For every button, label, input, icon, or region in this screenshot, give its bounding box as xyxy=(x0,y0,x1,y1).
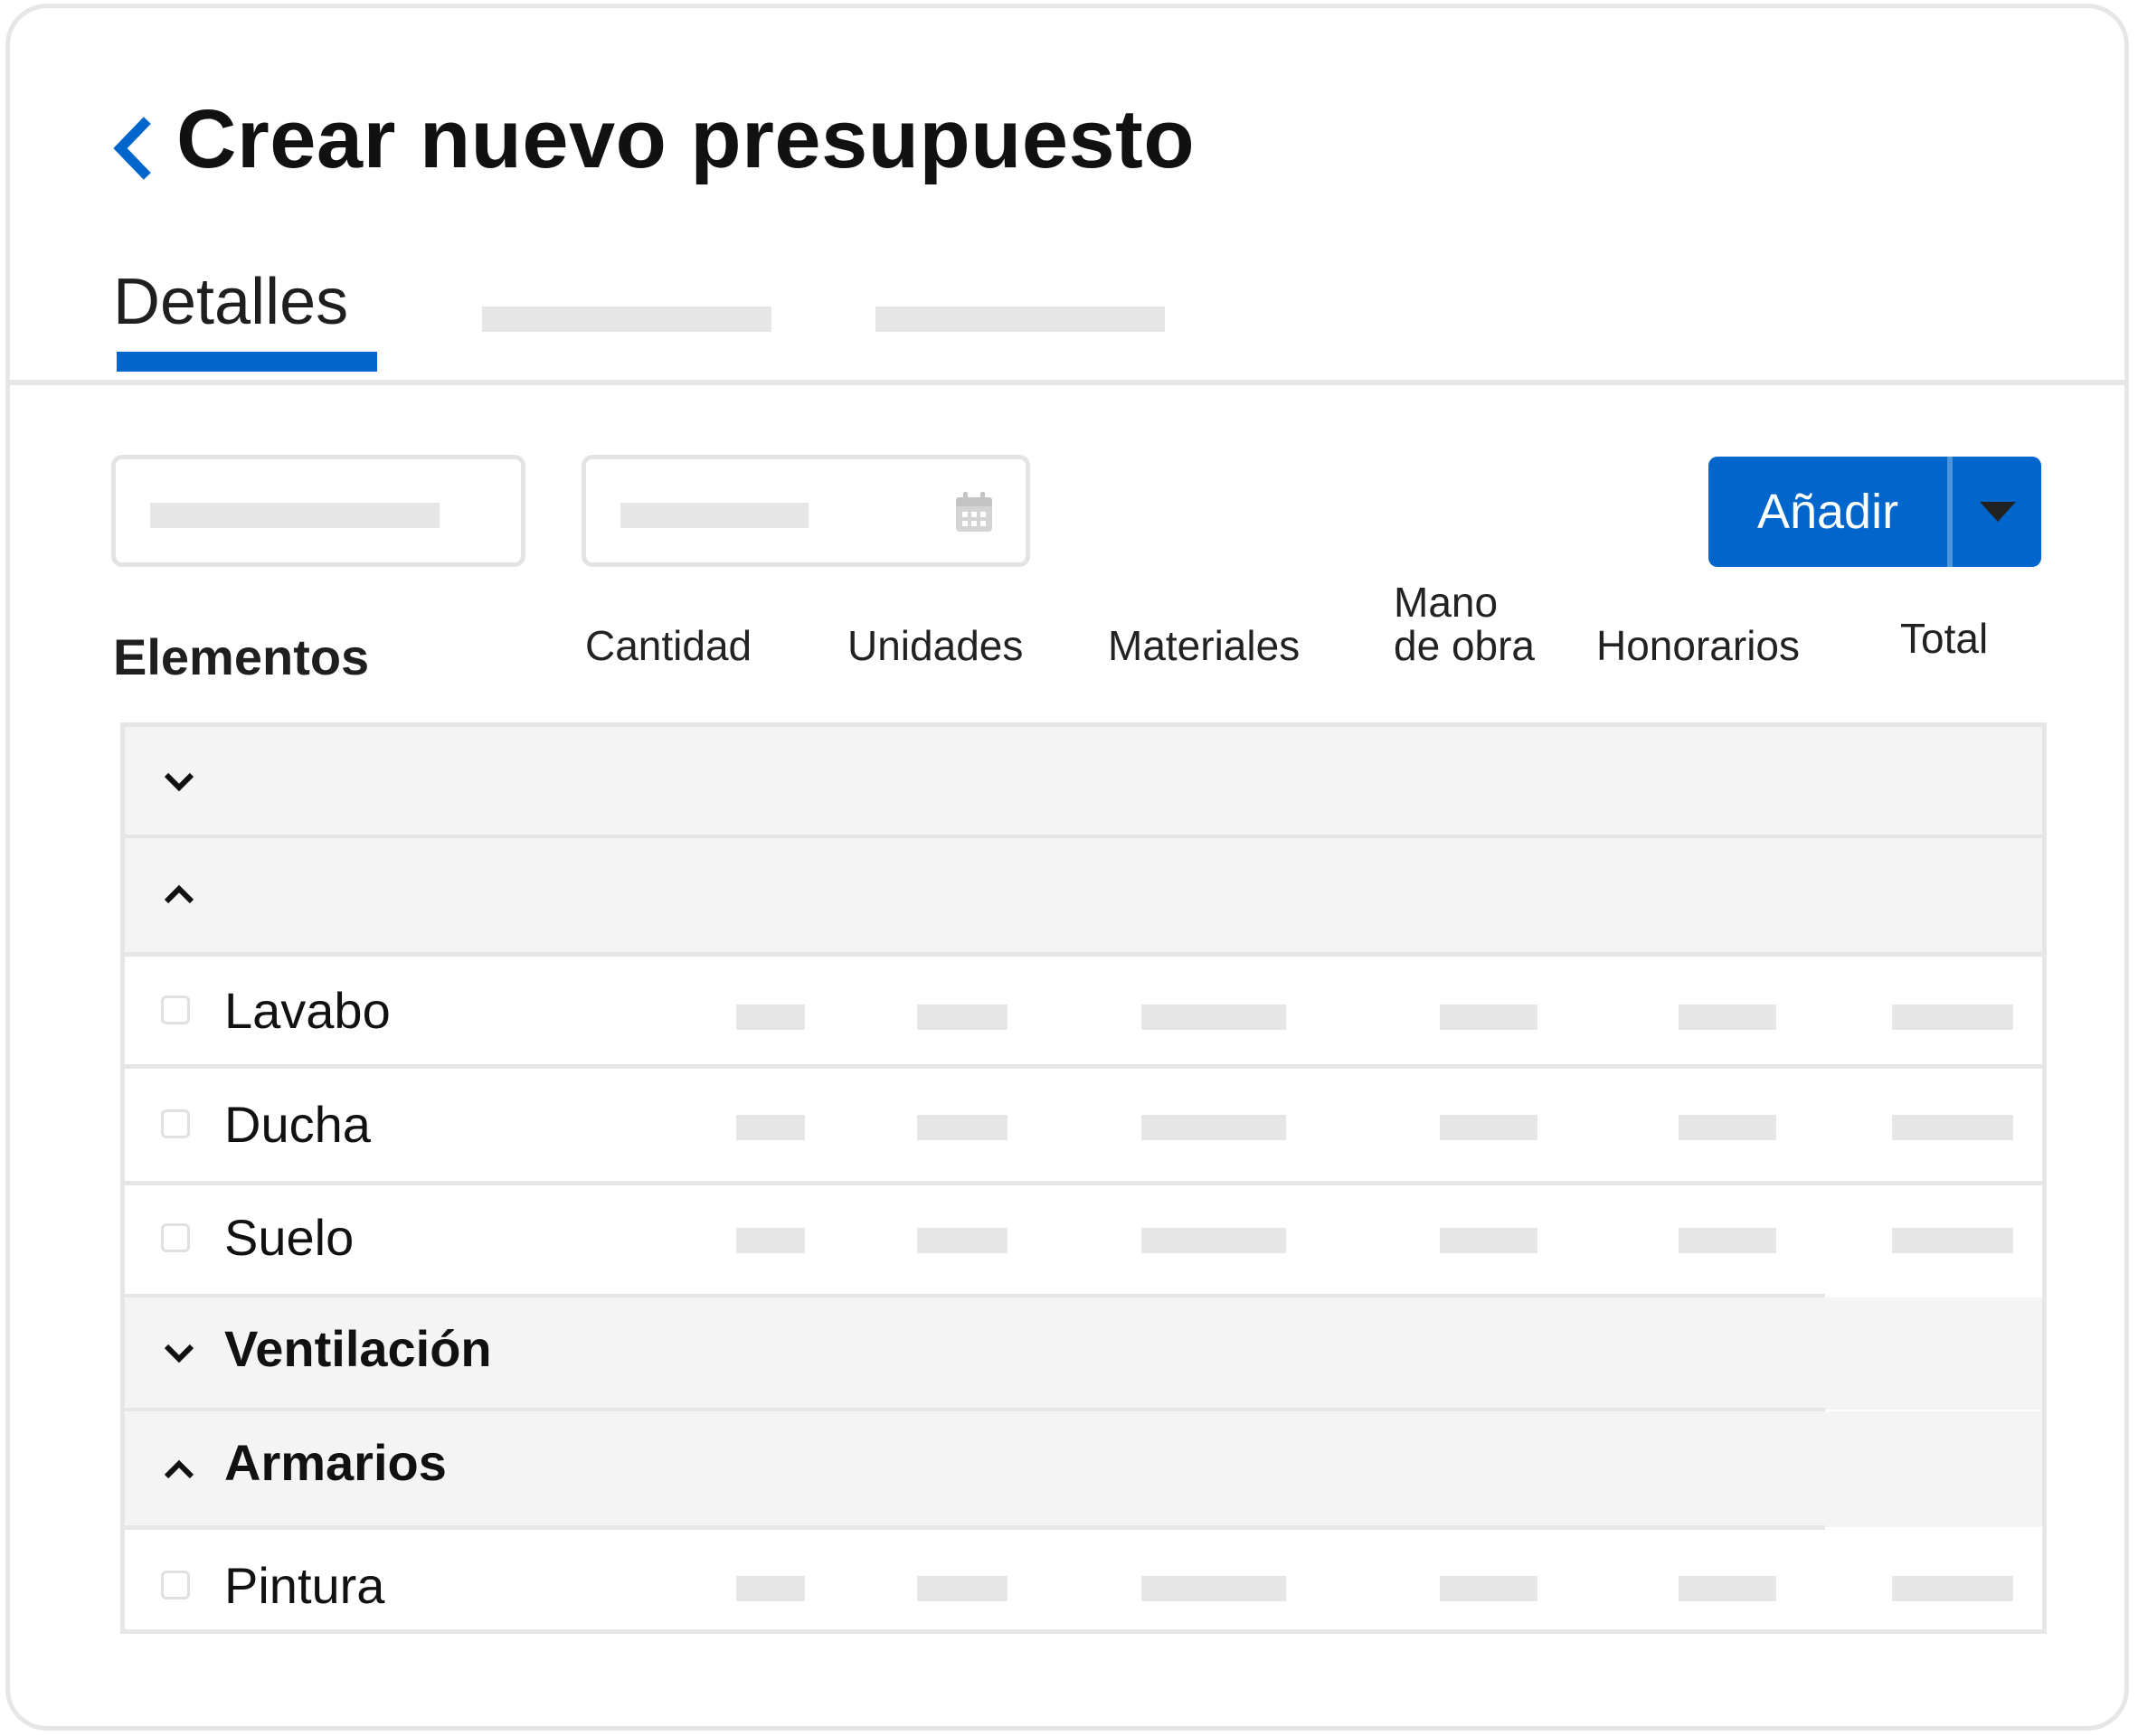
table-row[interactable]: Suelo xyxy=(125,1184,2042,1298)
row-checkbox[interactable] xyxy=(161,1223,190,1252)
chevron-down-icon[interactable] xyxy=(161,768,197,795)
honorarios-cell xyxy=(1679,1115,1776,1140)
total-cell xyxy=(1892,1228,2013,1253)
chevron-down-icon[interactable] xyxy=(161,1339,197,1366)
chevron-left-icon[interactable] xyxy=(109,117,155,180)
total-cell xyxy=(1892,1115,2013,1140)
budget-table: Lavabo Ducha Suelo Ventilación Armarios … xyxy=(120,722,2047,1634)
total-cell xyxy=(1892,1005,2013,1030)
honorarios-cell xyxy=(1679,1576,1776,1601)
tabs-divider xyxy=(10,380,2124,385)
date-field[interactable] xyxy=(582,455,1030,567)
group-label: Armarios xyxy=(224,1434,447,1491)
tab-placeholder-2[interactable] xyxy=(482,307,771,332)
cantidad-cell xyxy=(736,1005,805,1030)
unidades-cell xyxy=(917,1005,1008,1030)
chevron-up-icon[interactable] xyxy=(161,882,197,909)
caret-down-icon xyxy=(1980,502,2016,522)
total-cell xyxy=(1892,1576,2013,1601)
materiales-cell xyxy=(1141,1115,1286,1140)
table-row-group-ventilacion[interactable]: Ventilación xyxy=(125,1297,2042,1412)
mano-de-obra-cell xyxy=(1440,1228,1537,1253)
table-row-group[interactable] xyxy=(125,838,2042,957)
text-field[interactable] xyxy=(111,455,525,567)
group-label: Ventilación xyxy=(224,1320,492,1377)
budget-card: Crear nuevo presupuesto Detalles Añadir xyxy=(5,4,2129,1731)
mano-de-obra-cell xyxy=(1440,1115,1537,1140)
tab-placeholder-3[interactable] xyxy=(875,307,1165,332)
tab-label: Detalles xyxy=(113,266,349,338)
cantidad-cell xyxy=(736,1115,805,1140)
table-row[interactable]: Lavabo xyxy=(125,956,2042,1069)
cantidad-cell xyxy=(736,1576,805,1601)
chevron-up-icon[interactable] xyxy=(161,1457,197,1484)
add-button-group: Añadir xyxy=(1708,457,2041,567)
add-options-button[interactable] xyxy=(1953,457,2041,567)
row-label: Ducha xyxy=(224,1096,371,1153)
mano-de-obra-cell xyxy=(1440,1005,1537,1030)
column-header-elementos: Elementos xyxy=(113,628,370,685)
materiales-cell xyxy=(1141,1576,1286,1601)
row-label: Lavabo xyxy=(224,982,391,1039)
date-field-placeholder xyxy=(620,503,809,528)
column-header-mano-de-obra-line1: Mano xyxy=(1394,579,1499,626)
honorarios-cell xyxy=(1679,1005,1776,1030)
page-title: Crear nuevo presupuesto xyxy=(176,93,1196,185)
column-header-unidades: Unidades xyxy=(847,622,1024,669)
add-button[interactable]: Añadir xyxy=(1708,457,1947,567)
column-header-materiales: Materiales xyxy=(1108,622,1301,669)
unidades-cell xyxy=(917,1228,1008,1253)
row-checkbox[interactable] xyxy=(161,1109,190,1138)
materiales-cell xyxy=(1141,1005,1286,1030)
tab-detalles[interactable]: Detalles xyxy=(113,261,384,372)
column-header-mano-de-obra-line2: de obra xyxy=(1394,622,1536,669)
column-header-cantidad: Cantidad xyxy=(585,622,752,669)
table-row[interactable]: Ducha xyxy=(125,1068,2042,1185)
column-header-honorarios: Honorarios xyxy=(1596,622,1800,669)
table-row-group-armarios[interactable]: Armarios xyxy=(125,1411,2042,1530)
table-row-group[interactable] xyxy=(125,727,2042,839)
column-header-total: Total xyxy=(1900,615,1989,662)
unidades-cell xyxy=(917,1576,1008,1601)
row-label: Pintura xyxy=(224,1557,385,1614)
row-checkbox[interactable] xyxy=(161,995,190,1024)
honorarios-cell xyxy=(1679,1228,1776,1253)
cantidad-cell xyxy=(736,1228,805,1253)
materiales-cell xyxy=(1141,1228,1286,1253)
field-placeholder xyxy=(150,503,440,528)
row-label: Suelo xyxy=(224,1209,355,1266)
unidades-cell xyxy=(917,1115,1008,1140)
active-tab-indicator xyxy=(117,352,377,372)
row-checkbox[interactable] xyxy=(161,1571,190,1599)
calendar-icon[interactable] xyxy=(953,490,995,535)
mano-de-obra-cell xyxy=(1440,1576,1537,1601)
table-row[interactable]: Pintura xyxy=(125,1529,2042,1629)
